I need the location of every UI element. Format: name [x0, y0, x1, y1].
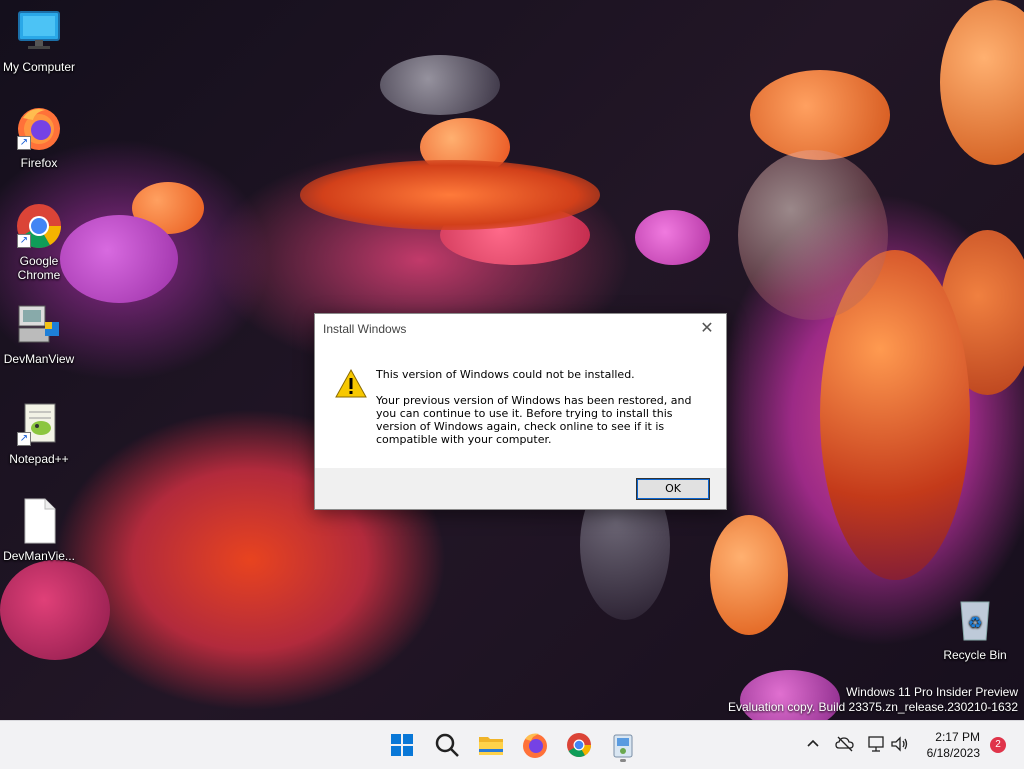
svg-text:♻: ♻: [968, 613, 982, 632]
dialog-title: Install Windows: [323, 322, 407, 336]
file-icon: [15, 497, 63, 545]
dialog-footer: OK: [315, 468, 726, 509]
wallpaper-blob: [0, 560, 110, 660]
desktop-icon-label: Firefox: [20, 156, 58, 170]
firefox-icon: [523, 733, 547, 758]
desktop-icon-devmanview-file[interactable]: DevManVie...: [1, 497, 77, 563]
desktop-icon-devmanview[interactable]: DevManView: [1, 300, 77, 366]
shortcut-arrow-icon: ↗: [17, 136, 31, 150]
search-button[interactable]: [431, 729, 463, 761]
network-button[interactable]: [867, 735, 887, 753]
network-icon: [868, 736, 884, 752]
show-hidden-icons-button[interactable]: [804, 735, 822, 753]
setup-taskbar-button[interactable]: [607, 729, 639, 762]
desktop-icon-google-chrome[interactable]: ↗ Google Chrome: [1, 202, 77, 282]
wallpaper-blob: [300, 160, 600, 230]
desktop-icon-my-computer[interactable]: My Computer: [1, 8, 77, 74]
desktop-icon-label: DevManVie...: [3, 549, 75, 563]
desktop-icon-label: Notepad++: [9, 452, 69, 466]
dialog-titlebar[interactable]: Install Windows ✕: [315, 314, 726, 344]
wallpaper-blob: [710, 515, 788, 635]
desktop-icon-firefox[interactable]: ↗ Firefox: [1, 104, 77, 170]
system-tray: [800, 721, 920, 769]
dialog-heading: This version of Windows could not be ins…: [376, 368, 635, 381]
evaluation-watermark: Windows 11 Pro Insider Preview Evaluatio…: [728, 685, 1018, 715]
watermark-line-edition: Windows 11 Pro Insider Preview: [846, 685, 1018, 699]
wallpaper-blob: [635, 210, 710, 265]
dialog-body: This version of Windows could not be ins…: [315, 344, 726, 468]
firefox-taskbar-button[interactable]: [519, 729, 551, 761]
speaker-icon: [891, 736, 908, 752]
file-explorer-button[interactable]: [475, 729, 507, 761]
desktop-icon-label: Google Chrome: [17, 254, 61, 282]
onedrive-button[interactable]: [835, 735, 855, 753]
wallpaper-blob: [940, 0, 1024, 165]
chrome-taskbar-button[interactable]: [563, 729, 595, 761]
desktop-icon-recycle-bin[interactable]: ♻ Recycle Bin: [937, 596, 1013, 662]
clock[interactable]: 2:17 PM 6/18/2023: [927, 729, 980, 761]
firefox-icon: ↗: [15, 104, 63, 152]
wallpaper-blob: [738, 150, 888, 320]
watermark-line-build: Evaluation copy. Build 23375.zn_release.…: [728, 700, 1018, 714]
wallpaper-blob: [750, 70, 890, 160]
close-button[interactable]: ✕: [694, 318, 720, 340]
notepad-plus-plus-icon: ↗: [15, 400, 63, 448]
warning-icon: [335, 368, 367, 400]
running-indicator: [620, 759, 626, 762]
volume-button[interactable]: [890, 735, 910, 753]
desktop-icon-label: DevManView: [3, 352, 75, 366]
chevron-up-icon: [807, 739, 819, 747]
chrome-icon: ↗: [15, 202, 63, 250]
recycle-bin-icon: ♻: [951, 596, 999, 644]
desktop-icon-notepad-plus-plus[interactable]: ↗ Notepad++: [1, 400, 77, 466]
search-icon: [435, 733, 459, 757]
chrome-icon: [567, 733, 591, 758]
clock-date: 6/18/2023: [926, 746, 980, 760]
wallpaper-blob: [380, 55, 500, 115]
desktop-icon-label: My Computer: [2, 60, 76, 74]
device-manager-icon: [15, 300, 63, 348]
shortcut-arrow-icon: ↗: [17, 432, 31, 446]
close-icon: ✕: [700, 320, 714, 337]
notification-badge[interactable]: 2: [990, 737, 1006, 753]
shortcut-arrow-icon: ↗: [17, 234, 31, 248]
clock-time: 2:17 PM: [935, 730, 980, 744]
wallpaper-blob: [60, 215, 178, 303]
taskbar: 2:17 PM 6/18/2023 2: [0, 720, 1024, 769]
start-button[interactable]: [386, 729, 418, 761]
file-explorer-icon: [479, 737, 503, 755]
dialog-message: Your previous version of Windows has bee…: [376, 394, 692, 446]
recycle-app-icon: [613, 734, 633, 758]
ok-button[interactable]: OK: [636, 478, 710, 500]
desktop-icon-label: Recycle Bin: [943, 648, 1007, 662]
monitor-icon: [15, 8, 63, 56]
start-icon: [391, 734, 413, 756]
cloud-offline-icon: [835, 736, 854, 752]
install-windows-dialog: Install Windows ✕ This version of Window…: [314, 313, 727, 510]
